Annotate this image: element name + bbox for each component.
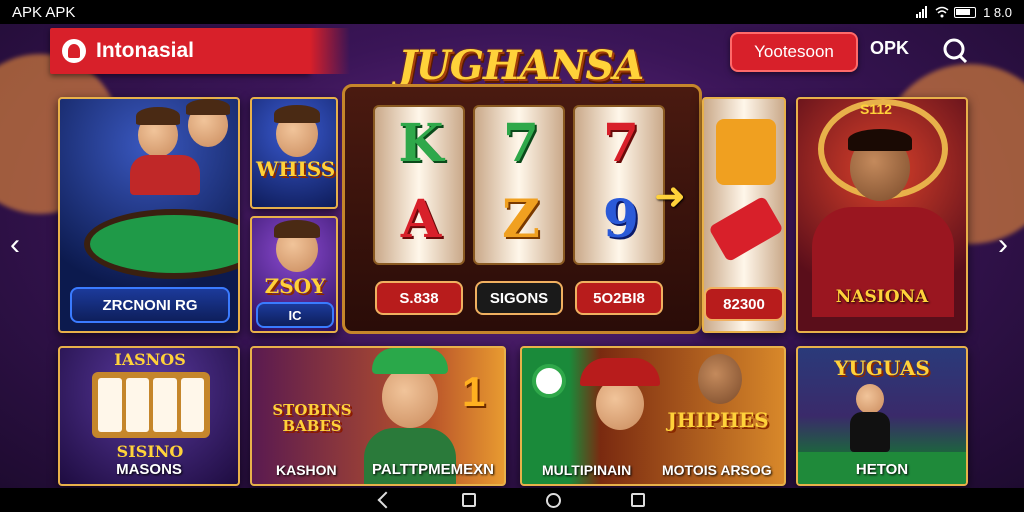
game-card-small-top[interactable]: WHISS [250,97,338,209]
poker-card-label: ZRCNONI RG [70,287,230,323]
character-hat [372,348,448,374]
slots-card-label: MASONS [116,461,182,478]
player-hair [186,99,230,115]
brand-bar[interactable]: Intonasial [50,28,310,74]
hero-hair [848,129,912,151]
character-avatar [382,366,438,428]
stobins-card-label-2: PALTTPMEMEXN [372,461,494,478]
player-jersey [850,412,890,452]
mini-slot-machine [92,372,210,438]
token-icon [532,364,566,398]
reel-symbol: 7 [602,113,640,174]
player-hair [136,107,180,125]
status-time: 1 8.0 [983,4,1012,20]
back-icon[interactable] [377,491,394,509]
slots-card-title: IASNOS [114,350,186,369]
reel-value: S.838 [375,281,463,315]
hero-card-label: NASIONA [835,287,929,307]
reel-symbol: K [398,113,444,174]
game-card-small-bottom[interactable]: ZSOY IC [250,216,338,333]
stobins-card-label: KASHON [276,462,337,478]
game-logo-text: JUGHANSA [398,42,644,89]
slot-machine[interactable]: K A 7 Z 7 9 S.838 SIGONS 5O2BI8 [342,84,702,334]
symbol-tile [716,119,776,185]
carousel-next-arrow-icon[interactable]: › [998,228,1008,262]
character-avatar [698,354,742,404]
status-icons: 1 8.0 [916,5,1012,20]
stobins-card-title: STOBINS BABES [272,401,352,435]
small-bottom-title: ZSOY [264,274,326,298]
hero-sign: S112 [860,101,892,117]
character-hair [274,220,320,238]
game-card-multi[interactable]: JHIPHES MULTIPINAIN MOTOIS ARSOG [520,346,786,486]
system-nav-bar [0,488,1024,512]
header-action-button[interactable]: Yootesoon [730,32,858,72]
status-bar: APK APK 1 8.0 [0,0,1024,24]
sport-card-title: YUGUAS [834,356,930,380]
wifi-icon [935,6,949,18]
player-avatar [856,384,884,414]
small-bottom-pill: IC [256,302,334,328]
slot-reel: 7 9 [573,105,665,265]
arrow-right-icon: ➜ [654,176,686,218]
brand-bar-fade [310,28,350,74]
game-card-reel-side[interactable]: 82300 [702,97,786,333]
header-link[interactable]: OPK [870,38,909,59]
recents-icon[interactable] [461,493,476,507]
game-card-sport[interactable]: YUGUAS HETON [796,346,968,486]
game-card-slots[interactable]: IASNOS SISINO MASONS [58,346,240,486]
status-app-label: APK APK [12,3,76,21]
brand-logo-icon [62,39,86,63]
player-shirt [130,155,200,195]
symbol-tile [708,195,784,263]
overview-icon[interactable] [630,493,645,507]
reel-symbol: Z [502,189,540,250]
game-card-hero[interactable]: S112 NASIONA [796,97,968,333]
lucky-number: 1 [462,368,486,415]
small-top-title: WHISS [256,157,336,181]
lobby-stage: Intonasial JUGHANSA Yootesoon OPK ‹ › ZR… [0,24,1024,488]
game-card-stobins[interactable]: STOBINS BABES 1 KASHON PALTTPMEMEXN [250,346,506,486]
character-hat [580,358,660,386]
reel-symbol: A [400,189,442,250]
search-icon[interactable] [940,36,968,64]
multi-card-title: JHIPHES [667,408,769,432]
reel-side-value: 82300 [704,287,784,321]
game-card-poker[interactable]: ZRCNONI RG [58,97,240,333]
multi-card-label: MULTIPINAIN [542,462,632,478]
reel-value: 5O2BI8 [575,281,663,315]
character-hair [274,105,320,123]
sport-card-label: HETON [855,461,909,478]
brand-name: Intonasial [96,39,195,62]
reel-value: SIGONS [475,281,563,315]
slots-card-sublabel: SISINO [116,442,184,461]
slot-reel: K A [373,105,465,265]
reel-symbol: 7 [502,113,540,174]
home-icon[interactable] [545,492,561,508]
battery-icon [954,6,977,18]
signal-icon [916,6,928,18]
slot-reel: 7 Z [473,105,565,265]
poker-table [84,209,238,279]
carousel-prev-arrow-icon[interactable]: ‹ [10,228,20,262]
multi-card-label-2: MOTOIS ARSOG [662,462,772,478]
